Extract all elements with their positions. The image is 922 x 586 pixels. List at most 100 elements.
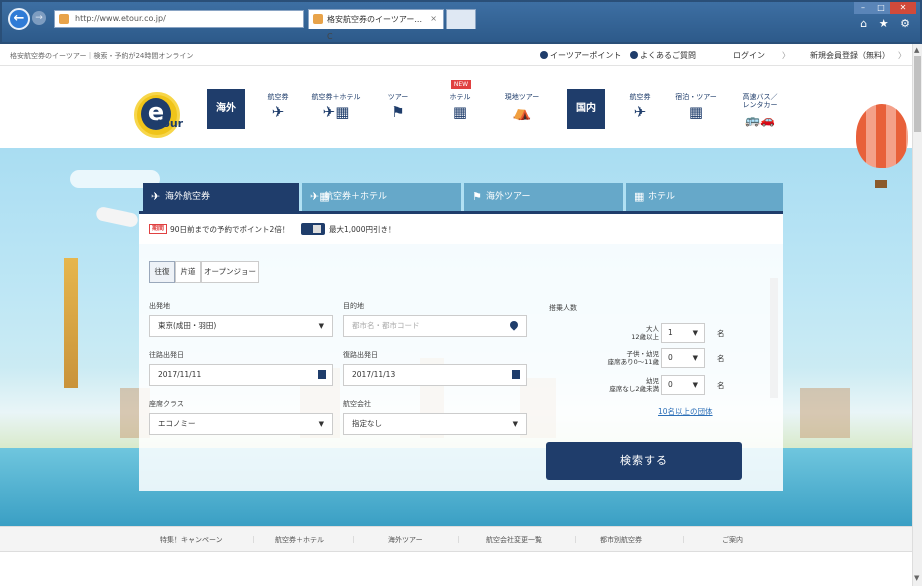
back-button[interactable]: ← xyxy=(8,8,30,30)
building xyxy=(800,388,850,438)
return-date-input[interactable]: 2017/11/13 xyxy=(343,364,527,386)
return-label: 復路出発日 xyxy=(343,351,378,359)
browser-chrome: ← → http://www.etour.co.jp/ ρ ▾ C 格安航空券の… xyxy=(0,0,922,44)
forward-button[interactable]: → xyxy=(32,11,46,25)
trip-type-oneway[interactable]: 片道 xyxy=(175,261,201,283)
close-window-button[interactable]: ✕ xyxy=(890,2,916,14)
bus-car-icon: 🚌🚗 xyxy=(745,113,775,127)
footer-link-airline-changes[interactable]: 航空会社変更一覧 xyxy=(486,535,542,545)
infant-count-select[interactable]: 0 ▼ xyxy=(661,375,705,395)
points-link[interactable]: イーツアーポイント xyxy=(540,50,621,61)
airplane-illustration xyxy=(95,205,139,229)
destination-label: 目的地 xyxy=(343,302,364,310)
flag-icon: ⚑ xyxy=(472,190,482,203)
promo-badge: 期間 xyxy=(149,224,167,234)
minimize-button[interactable]: – xyxy=(854,2,872,14)
question-icon xyxy=(630,51,638,59)
browser-tools-icons[interactable]: ⌂ ★ ⚙ xyxy=(860,17,914,30)
promo-strip: 期間 90日前までの予約でポイント2倍！ 最大1,000円引き！ xyxy=(139,214,783,244)
window-controls: – □ ✕ xyxy=(854,2,916,14)
chevron-down-icon: ▼ xyxy=(692,381,698,389)
tab-overseas-flights[interactable]: ✈ 海外航空券 xyxy=(143,183,299,211)
group-booking-link[interactable]: 10名以上の団体 xyxy=(658,406,713,417)
child-label: 子供・幼児 座席あり0～11歳 xyxy=(607,350,659,366)
footer-link-tours[interactable]: 海外ツアー xyxy=(388,535,423,545)
footer-separator: ｜ xyxy=(250,536,257,544)
child-unit: 名 xyxy=(717,354,725,363)
origin-select[interactable]: 東京(成田・羽田) ▼ xyxy=(149,315,333,337)
adult-label: 大人 12歳以上 xyxy=(631,325,659,341)
chevron-down-icon: ▼ xyxy=(692,329,698,337)
promo-discount-text: 最大1,000円引き！ xyxy=(329,225,396,234)
maximize-button[interactable]: □ xyxy=(872,2,890,14)
footer-separator: ｜ xyxy=(455,536,462,544)
scroll-up-icon[interactable]: ▲ xyxy=(914,46,919,54)
adult-count-select[interactable]: 1 ▼ xyxy=(661,323,705,343)
nav-item-bus-rental[interactable]: 高速バス／ レンタカー 🚌🚗 xyxy=(730,93,790,129)
vertical-scrollbar[interactable]: ▲ ▼ xyxy=(912,44,922,586)
hotel-icon: ▦ xyxy=(688,103,704,121)
promo-points-text: 90日前までの予約でポイント2倍！ xyxy=(170,225,290,234)
nav-overseas[interactable]: 海外 xyxy=(207,89,245,129)
point-icon xyxy=(540,51,548,59)
nav-item-flights[interactable]: 航空券 ✈ xyxy=(252,93,304,121)
depart-label: 往路出発日 xyxy=(149,351,184,359)
footer-link-campaign[interactable]: 特集！キャンペーン xyxy=(160,535,223,545)
login-link[interactable]: ログイン xyxy=(733,50,765,61)
faq-link[interactable]: よくあるご質問 xyxy=(630,50,696,61)
trip-type-openjaw[interactable]: オープンジョー xyxy=(201,261,259,283)
plane-hotel-icon: ✈▦ xyxy=(322,103,350,121)
footer-link-flight-hotel[interactable]: 航空券＋ホテル xyxy=(275,535,324,545)
balloon-basket xyxy=(875,180,887,188)
nav-item-hotel[interactable]: ホテル ▦ xyxy=(434,93,486,121)
origin-label: 出発地 xyxy=(149,302,170,310)
new-tab-button[interactable] xyxy=(446,9,476,29)
map-pin-icon xyxy=(508,319,520,331)
scroll-thumb[interactable] xyxy=(914,56,921,132)
browser-tab-active[interactable]: 格安航空券のイーツアー... × xyxy=(308,9,444,29)
search-button[interactable]: 検索する xyxy=(546,442,742,480)
footer-link-city-flights[interactable]: 都市別航空券 xyxy=(600,535,642,545)
tab-close-icon[interactable]: × xyxy=(430,14,437,23)
tab-overseas-tours[interactable]: ⚑ 海外ツアー xyxy=(464,183,623,211)
scroll-down-icon[interactable]: ▼ xyxy=(914,574,919,582)
address-bar[interactable]: http://www.etour.co.jp/ ρ ▾ C xyxy=(54,10,333,41)
airline-select[interactable]: 指定なし ▼ xyxy=(343,413,527,435)
etour-logo[interactable]: e tour xyxy=(134,92,183,138)
chevron-down-icon: ▼ xyxy=(318,322,324,330)
page-bottom xyxy=(0,552,912,586)
footer-separator: ｜ xyxy=(680,536,687,544)
child-count-select[interactable]: 0 ▼ xyxy=(661,348,705,368)
utility-bar: 格安航空券のイーツアー｜検索・予約が24時間オンライン イーツアーポイント よく… xyxy=(0,44,922,66)
class-label: 座席クラス xyxy=(149,400,184,408)
nav-item-stay-tours[interactable]: 宿泊・ツアー ▦ xyxy=(670,93,722,121)
nav-item-local-tours[interactable]: 現地ツアー ⛺ xyxy=(496,93,548,121)
tab-hotel[interactable]: ▦ ホテル xyxy=(626,183,783,211)
footer-separator: ｜ xyxy=(350,536,357,544)
depart-date-input[interactable]: 2017/11/11 xyxy=(149,364,333,386)
calendar-icon[interactable] xyxy=(318,370,326,379)
nav-item-domestic-flights[interactable]: 航空券 ✈ xyxy=(614,93,666,121)
flag-icon: ⚑ xyxy=(391,103,405,121)
tent-icon: ⛺ xyxy=(512,103,532,121)
footer-nav: 特集！キャンペーン ｜ 航空券＋ホテル ｜ 海外ツアー ｜ 航空会社変更一覧 ｜… xyxy=(0,526,912,552)
nav-domestic[interactable]: 国内 xyxy=(567,89,605,129)
register-link[interactable]: 新規会員登録（無料） xyxy=(810,50,890,61)
nav-item-flight-hotel[interactable]: 航空券＋ホテル ✈▦ xyxy=(310,93,362,121)
footer-link-guide[interactable]: ご案内 xyxy=(722,535,743,545)
new-badge: NEW xyxy=(451,80,471,89)
calendar-icon[interactable] xyxy=(512,370,520,379)
trip-type-roundtrip[interactable]: 往復 xyxy=(149,261,175,283)
footer-separator: ｜ xyxy=(572,536,579,544)
infant-unit: 名 xyxy=(717,381,725,390)
class-select[interactable]: エコノミー ▼ xyxy=(149,413,333,435)
destination-input[interactable]: 都市名・都市コード xyxy=(343,315,527,337)
hot-air-balloon-illustration xyxy=(856,104,908,168)
url-text: http://www.etour.co.jp/ xyxy=(75,14,166,23)
nav-item-tours[interactable]: ツアー ⚑ xyxy=(372,93,424,121)
infant-label: 幼児 座席なし2歳未満 xyxy=(609,377,659,393)
tab-flight-hotel[interactable]: ✈▦ 航空券＋ホテル xyxy=(302,183,461,211)
favicon-icon xyxy=(59,14,69,24)
plane-icon: ✈ xyxy=(271,103,285,121)
adult-unit: 名 xyxy=(717,329,725,338)
